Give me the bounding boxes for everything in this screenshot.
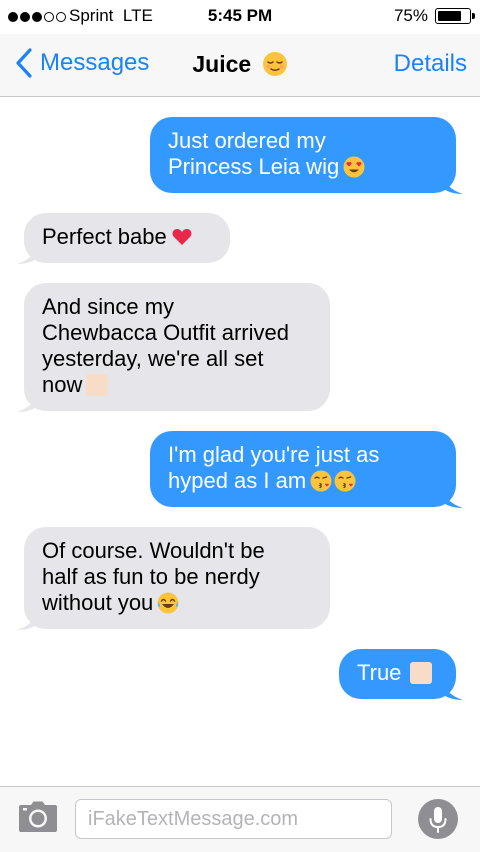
received-message-bubble[interactable]: And since my Chewbacca Outfit arrived ye… bbox=[24, 283, 330, 411]
battery-icon bbox=[435, 8, 471, 24]
bubble-tail bbox=[440, 486, 463, 508]
kissing-face-icon bbox=[334, 470, 356, 492]
message-text-line: Princess Leia wig bbox=[168, 154, 340, 179]
message-text-line: yesterday, we're all set bbox=[42, 346, 264, 371]
sent-message-bubble[interactable]: Just ordered my Princess Leia wig bbox=[150, 117, 456, 193]
bubble-tail bbox=[17, 390, 40, 412]
received-message-bubble[interactable]: Perfect babe bbox=[24, 213, 230, 263]
microphone-icon bbox=[429, 807, 447, 833]
message-text-line: half as fun to be nerdy bbox=[42, 564, 260, 589]
message-text-line: True bbox=[357, 660, 402, 685]
message-input-bar bbox=[0, 786, 480, 852]
message-text-line: Of course. Wouldn't be bbox=[42, 538, 265, 563]
unrendered-emoji-box bbox=[410, 662, 433, 684]
message-text-line: Chewbacca Outfit arrived bbox=[42, 320, 289, 345]
battery-percentage: 75% bbox=[393, 6, 428, 25]
bubble-tail bbox=[17, 608, 40, 630]
battery-tip bbox=[472, 13, 475, 19]
received-message-bubble[interactable]: Of course. Wouldn't be half as fun to be… bbox=[24, 527, 330, 629]
camera-icon[interactable] bbox=[18, 801, 58, 833]
bubble-tail bbox=[440, 172, 463, 194]
contact-name: Juice bbox=[192, 51, 252, 77]
bubble-tail bbox=[17, 242, 40, 264]
sent-message-bubble[interactable]: I'm glad you're just as hyped as I am bbox=[150, 431, 456, 507]
message-text-line: now bbox=[42, 372, 83, 397]
unrendered-emoji-box bbox=[86, 374, 109, 396]
message-text-line: Perfect babe bbox=[42, 224, 167, 249]
heart-eyes-icon bbox=[343, 156, 365, 178]
microphone-button[interactable] bbox=[418, 799, 458, 839]
message-text-line: I'm glad you're just as bbox=[168, 442, 380, 467]
navigation-bar: Messages Juice Details bbox=[0, 34, 480, 97]
tears-of-joy-icon bbox=[157, 592, 179, 614]
message-text-line: Just ordered my bbox=[168, 128, 326, 153]
message-text-line: hyped as I am bbox=[168, 468, 307, 493]
sent-message-bubble[interactable]: True bbox=[339, 649, 456, 699]
red-heart-icon bbox=[172, 229, 192, 245]
details-button[interactable]: Details bbox=[394, 50, 467, 78]
message-input[interactable] bbox=[75, 799, 392, 839]
status-bar: Sprint LTE 5:45 PM 75% bbox=[0, 0, 480, 34]
kissing-face-icon bbox=[310, 470, 332, 492]
message-text-line: without you bbox=[42, 590, 154, 615]
relieved-face-icon bbox=[262, 52, 287, 76]
message-text-line: And since my bbox=[42, 294, 175, 319]
bubble-tail bbox=[440, 678, 463, 700]
